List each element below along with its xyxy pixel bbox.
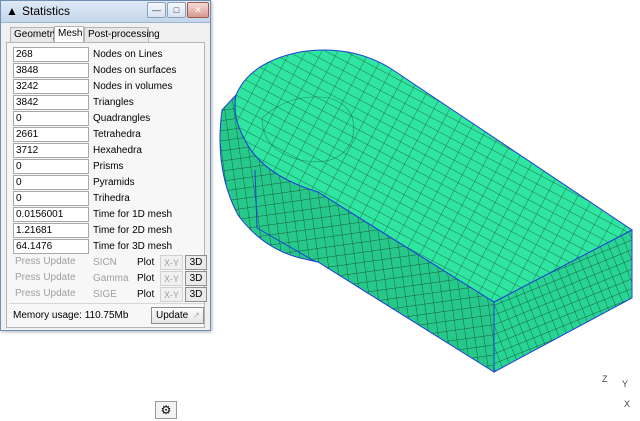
stat-value-field[interactable]: 0.0156001	[13, 207, 89, 222]
app-icon: ▲	[6, 4, 18, 18]
update-label: Update	[156, 310, 189, 321]
stat-label: Hexahedra	[93, 145, 142, 156]
stat-label: Time for 3D mesh	[93, 241, 173, 252]
stat-value-field[interactable]: 3712	[13, 143, 89, 158]
stat-value-field[interactable]: 0	[13, 175, 89, 190]
plot-label: Plot	[137, 273, 155, 284]
plot-xy-button[interactable]: X-Y	[160, 287, 183, 302]
title-bar[interactable]: ▲ Statistics — □ ✕	[1, 1, 210, 23]
stat-label: Time for 1D mesh	[93, 209, 173, 220]
update-button[interactable]: Update ↗	[151, 307, 204, 324]
plot-xy-button[interactable]: X-Y	[160, 255, 183, 270]
quality-measure-label: SICN	[93, 257, 117, 268]
plot-3d-button[interactable]: 3D	[185, 255, 207, 270]
update-arrow-icon: ↗	[192, 310, 200, 320]
tab-geometry[interactable]: Geometry	[10, 27, 58, 43]
stat-label: Prisms	[93, 161, 124, 172]
quality-measure-label: Gamma	[93, 273, 129, 284]
maximize-icon: □	[173, 5, 180, 15]
divider	[9, 303, 204, 304]
tab-post-processing[interactable]: Post-processing	[84, 27, 160, 43]
quality-measure-label: SIGE	[93, 289, 117, 300]
stat-label: Trihedra	[93, 193, 130, 204]
axis-z-label: Z	[602, 374, 608, 384]
stat-value-field[interactable]: 1.21681	[13, 223, 89, 238]
axis-y-label: Y	[622, 379, 629, 389]
window-title: Statistics	[22, 4, 71, 18]
stat-value-field[interactable]: 3842	[13, 95, 89, 110]
stat-value-field[interactable]: 64.1476	[13, 239, 89, 254]
minimize-icon: —	[152, 5, 161, 15]
stat-label: Triangles	[93, 97, 134, 108]
stat-label: Time for 2D mesh	[93, 225, 173, 236]
quality-value-field: Press Update	[15, 256, 76, 267]
plot-3d-button[interactable]: 3D	[185, 271, 207, 286]
plot-label: Plot	[137, 257, 155, 268]
maximize-button[interactable]: □	[167, 2, 186, 18]
stat-label: Quadrangles	[93, 113, 151, 124]
stat-value-field[interactable]: 0	[13, 191, 89, 206]
minimize-button[interactable]: —	[147, 2, 166, 18]
stat-value-field[interactable]: 0	[13, 159, 89, 174]
statistics-window: ▲ Statistics — □ ✕ Geometry Mesh Post-pr…	[0, 0, 211, 331]
stat-value-field[interactable]: 0	[13, 111, 89, 126]
gear-icon[interactable]: ⚙	[155, 401, 177, 419]
stat-label: Pyramids	[93, 177, 135, 188]
tab-mesh[interactable]: Mesh	[54, 26, 84, 43]
close-button[interactable]: ✕	[187, 2, 209, 18]
memory-usage: Memory usage: 110.75Mb	[13, 310, 129, 321]
stat-label: Tetrahedra	[93, 129, 141, 140]
stat-label: Nodes in volumes	[93, 81, 173, 92]
quality-value-field: Press Update	[15, 272, 76, 283]
stat-value-field[interactable]: 2661	[13, 127, 89, 142]
plot-3d-button[interactable]: 3D	[185, 287, 207, 302]
stat-value-field[interactable]: 268	[13, 47, 89, 62]
axis-indicator: Z Y X	[600, 372, 636, 412]
close-icon: ✕	[194, 5, 202, 15]
axis-x-label: X	[624, 399, 631, 409]
quality-value-field: Press Update	[15, 288, 76, 299]
plot-label: Plot	[137, 289, 155, 300]
stat-label: Nodes on Lines	[93, 49, 163, 60]
stat-label: Nodes on surfaces	[93, 65, 177, 76]
stat-value-field[interactable]: 3848	[13, 63, 89, 78]
plot-xy-button[interactable]: X-Y	[160, 271, 183, 286]
stat-value-field[interactable]: 3242	[13, 79, 89, 94]
